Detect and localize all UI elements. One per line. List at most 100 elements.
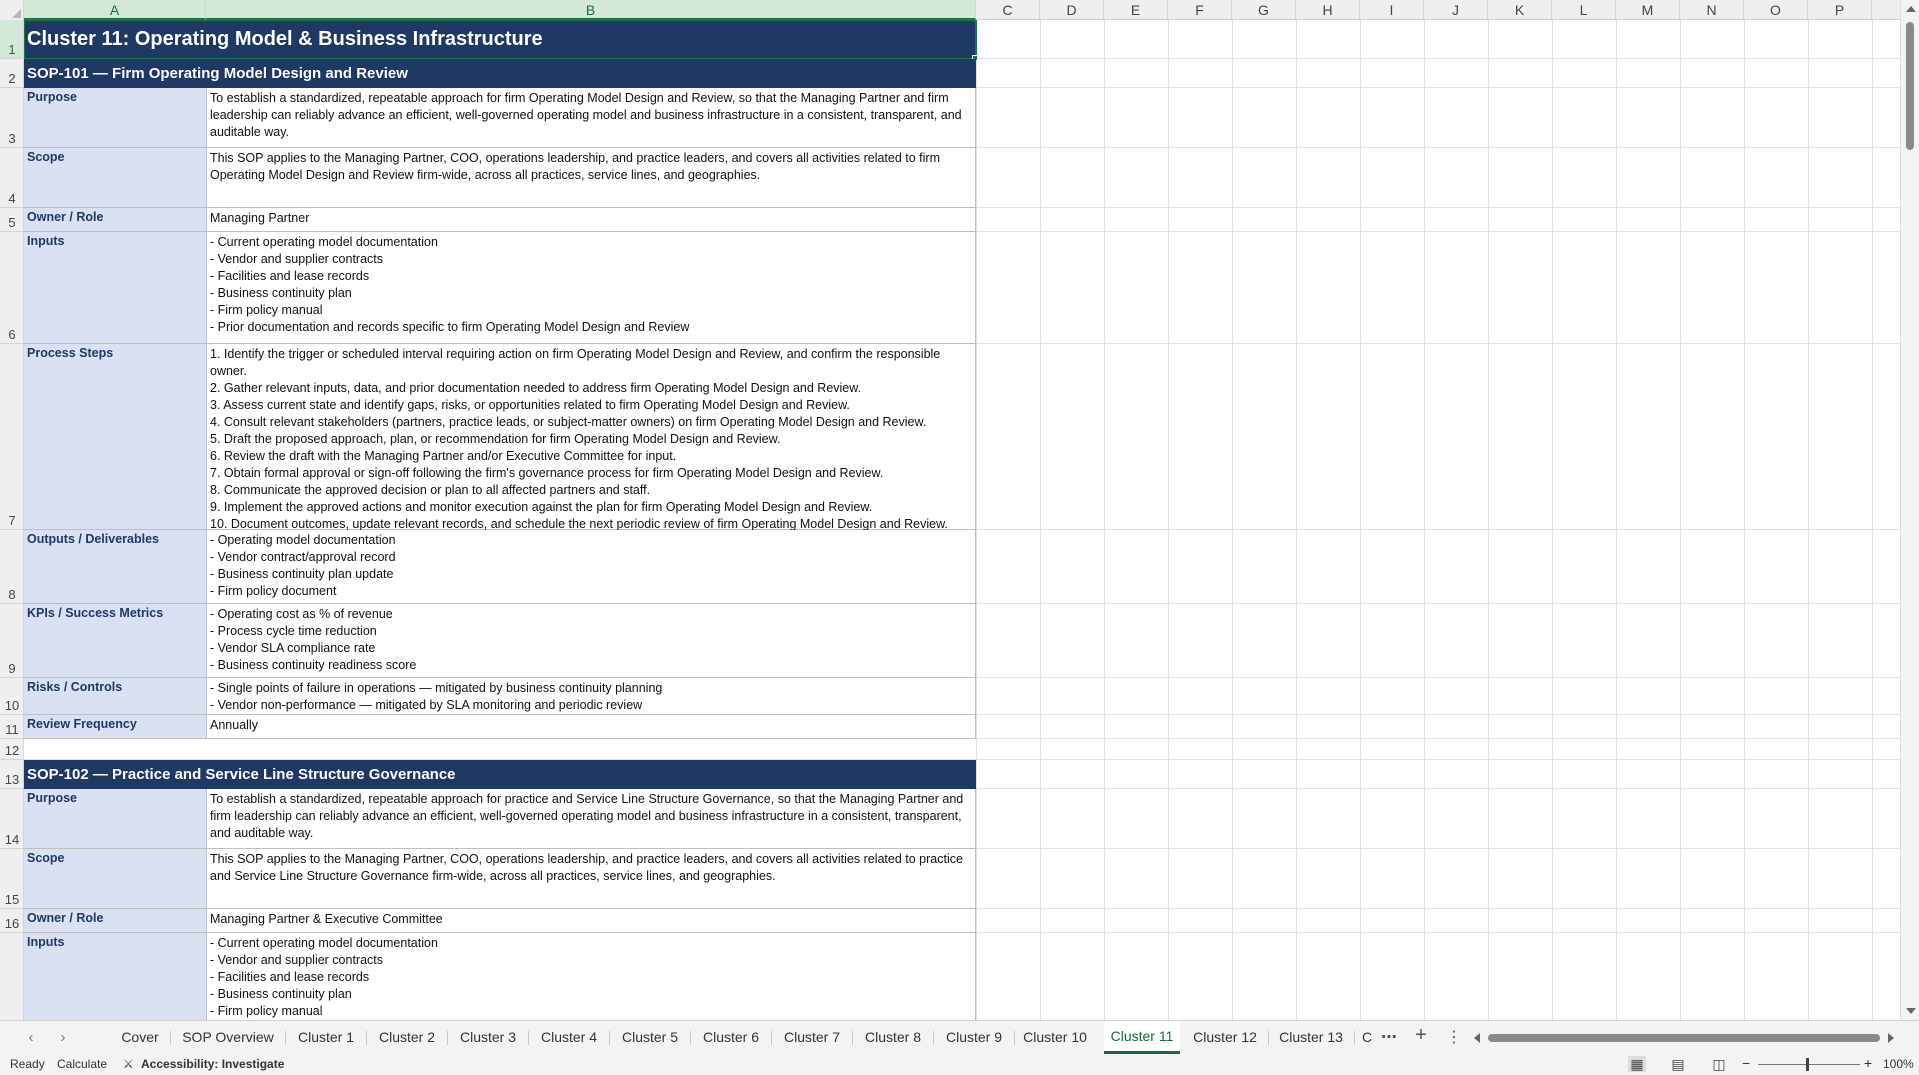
- zoom-slider-thumb[interactable]: [1806, 1058, 1809, 1071]
- sop-101-steps-value[interactable]: 1. Identify the trigger or scheduled int…: [206, 344, 976, 531]
- column-header-l[interactable]: L: [1552, 0, 1616, 20]
- row-header-15[interactable]: 15: [0, 849, 23, 909]
- column-header-d[interactable]: D: [1040, 0, 1104, 20]
- column-header-i[interactable]: I: [1360, 0, 1424, 20]
- tab-cluster-4[interactable]: Cluster 4: [534, 1021, 604, 1054]
- tab-cluster-12[interactable]: Cluster 12: [1188, 1021, 1262, 1054]
- sop-101-steps-label[interactable]: Process Steps: [24, 344, 206, 530]
- column-header-h[interactable]: H: [1296, 0, 1360, 20]
- sop-101-risks-value[interactable]: - Single points of failure in operations…: [206, 678, 976, 715]
- tab-cluster-1[interactable]: Cluster 1: [291, 1021, 361, 1054]
- sop-101-review-label[interactable]: Review Frequency: [24, 715, 206, 739]
- tab-cluster-2[interactable]: Cluster 2: [372, 1021, 442, 1054]
- row-header-6[interactable]: 6: [0, 232, 23, 344]
- sop-102-inputs-label[interactable]: Inputs: [24, 933, 206, 1020]
- zoom-in-icon[interactable]: +: [1864, 1055, 1872, 1071]
- sop-101-review-value[interactable]: Annually: [206, 715, 976, 739]
- sop-101-scope-label[interactable]: Scope: [24, 148, 206, 208]
- row-header-1[interactable]: 1: [0, 20, 23, 59]
- zoom-slider[interactable]: [1758, 1064, 1860, 1065]
- row-header-2[interactable]: 2: [0, 59, 23, 88]
- sop-101-owner-value[interactable]: Managing Partner: [206, 208, 976, 232]
- column-header-j[interactable]: J: [1424, 0, 1488, 20]
- sop-101-inputs-value[interactable]: - Current operating model documentation …: [206, 232, 976, 344]
- column-header-b[interactable]: B: [206, 0, 976, 20]
- sop-101-risks-label[interactable]: Risks / Controls: [24, 678, 206, 715]
- tab-cluster-11[interactable]: Cluster 11: [1104, 1021, 1180, 1054]
- row-header-9[interactable]: 9: [0, 604, 23, 678]
- row-header-14[interactable]: 14: [0, 789, 23, 849]
- tab-sop-overview[interactable]: SOP Overview: [176, 1021, 280, 1054]
- sop-101-owner-label[interactable]: Owner / Role: [24, 208, 206, 232]
- sop-101-kpis-label[interactable]: KPIs / Success Metrics: [24, 604, 206, 678]
- page-break-view-icon[interactable]: ◫: [1710, 1056, 1728, 1072]
- select-all-corner[interactable]: [0, 0, 24, 20]
- column-header-c[interactable]: C: [976, 0, 1040, 20]
- zoom-out-icon[interactable]: −: [1742, 1055, 1750, 1071]
- sop-102-scope-value[interactable]: This SOP applies to the Managing Partner…: [206, 849, 976, 909]
- column-header-o[interactable]: O: [1744, 0, 1808, 20]
- column-header-g[interactable]: G: [1232, 0, 1296, 20]
- sop-101-outputs-value[interactable]: - Operating model documentation - Vendor…: [206, 530, 976, 604]
- column-header-m[interactable]: M: [1616, 0, 1680, 20]
- row-header-10[interactable]: 10: [0, 678, 23, 715]
- sop-101-kpis-value[interactable]: - Operating cost as % of revenue - Proce…: [206, 604, 976, 678]
- sheet-title-cell[interactable]: Cluster 11: Operating Model & Business I…: [24, 20, 977, 60]
- zoom-level[interactable]: 100%: [1883, 1057, 1914, 1071]
- calculate-button[interactable]: Calculate: [57, 1057, 107, 1071]
- column-header-k[interactable]: K: [1488, 0, 1552, 20]
- sop-101-header[interactable]: SOP-101 — Firm Operating Model Design an…: [24, 59, 976, 88]
- sop-102-inputs-value[interactable]: - Current operating model documentation …: [206, 933, 976, 1020]
- page-layout-view-icon[interactable]: ▤: [1669, 1056, 1687, 1072]
- sop-102-purpose-value[interactable]: To establish a standardized, repeatable …: [206, 789, 976, 849]
- vertical-scroll-thumb[interactable]: [1906, 22, 1914, 150]
- scroll-up-icon[interactable]: [1906, 6, 1916, 12]
- row-header-16[interactable]: 16: [0, 909, 23, 933]
- sop-102-header[interactable]: SOP-102 — Practice and Service Line Stru…: [24, 760, 976, 789]
- sop-102-owner-label[interactable]: Owner / Role: [24, 909, 206, 933]
- horizontal-scrollbar[interactable]: [1474, 1031, 1894, 1045]
- tab-cluster-10[interactable]: Cluster 10: [1020, 1021, 1090, 1054]
- column-header-a[interactable]: A: [24, 0, 206, 20]
- more-sheets-icon[interactable]: ⋯: [1378, 1027, 1400, 1047]
- accessibility-icon[interactable]: ⚔: [123, 1057, 134, 1071]
- tab-cover[interactable]: Cover: [116, 1021, 164, 1054]
- tab-cluster-3[interactable]: Cluster 3: [453, 1021, 523, 1054]
- tab-cluster-8[interactable]: Cluster 8: [858, 1021, 928, 1054]
- row-header-13[interactable]: 13: [0, 760, 23, 789]
- normal-view-icon[interactable]: ▦: [1628, 1056, 1646, 1072]
- row-header-11[interactable]: 11: [0, 715, 23, 739]
- column-header-e[interactable]: E: [1104, 0, 1168, 20]
- sop-102-scope-label[interactable]: Scope: [24, 849, 206, 909]
- sop-101-purpose-value[interactable]: To establish a standardized, repeatable …: [206, 88, 976, 148]
- add-sheet-icon[interactable]: +: [1410, 1024, 1432, 1047]
- vertical-scrollbar[interactable]: [1900, 0, 1919, 1020]
- tab-cluster-6[interactable]: Cluster 6: [696, 1021, 766, 1054]
- row-header-7[interactable]: 7: [0, 344, 23, 530]
- row-header-4[interactable]: 4: [0, 148, 23, 208]
- row-header-8[interactable]: 8: [0, 530, 23, 604]
- sop-101-inputs-label[interactable]: Inputs: [24, 232, 206, 344]
- tab-cluster-5[interactable]: Cluster 5: [615, 1021, 685, 1054]
- tab-cluster-9[interactable]: Cluster 9: [939, 1021, 1009, 1054]
- column-header-f[interactable]: F: [1168, 0, 1232, 20]
- scroll-right-icon[interactable]: [1888, 1033, 1894, 1043]
- scroll-left-icon[interactable]: [1474, 1033, 1480, 1043]
- column-header-n[interactable]: N: [1680, 0, 1744, 20]
- tab-cluster-truncated[interactable]: C: [1360, 1021, 1374, 1054]
- cell-grid[interactable]: Cluster 11: Operating Model & Business I…: [24, 20, 1900, 1020]
- sop-101-outputs-label[interactable]: Outputs / Deliverables: [24, 530, 206, 604]
- column-header-p[interactable]: P: [1808, 0, 1872, 20]
- row-header-3[interactable]: 3: [0, 88, 23, 148]
- tab-scroll-right-icon[interactable]: ›: [54, 1029, 72, 1046]
- sop-102-purpose-label[interactable]: Purpose: [24, 789, 206, 849]
- scroll-down-icon[interactable]: [1906, 1008, 1916, 1014]
- horizontal-scroll-thumb[interactable]: [1488, 1034, 1880, 1042]
- sop-101-purpose-label[interactable]: Purpose: [24, 88, 206, 148]
- sop-102-owner-value[interactable]: Managing Partner & Executive Committee: [206, 909, 976, 933]
- accessibility-status[interactable]: Accessibility: Investigate: [141, 1057, 284, 1071]
- tab-cluster-7[interactable]: Cluster 7: [777, 1021, 847, 1054]
- sop-101-scope-value[interactable]: This SOP applies to the Managing Partner…: [206, 148, 976, 208]
- sheet-options-icon[interactable]: ⋮: [1443, 1027, 1465, 1047]
- tab-cluster-13[interactable]: Cluster 13: [1274, 1021, 1348, 1054]
